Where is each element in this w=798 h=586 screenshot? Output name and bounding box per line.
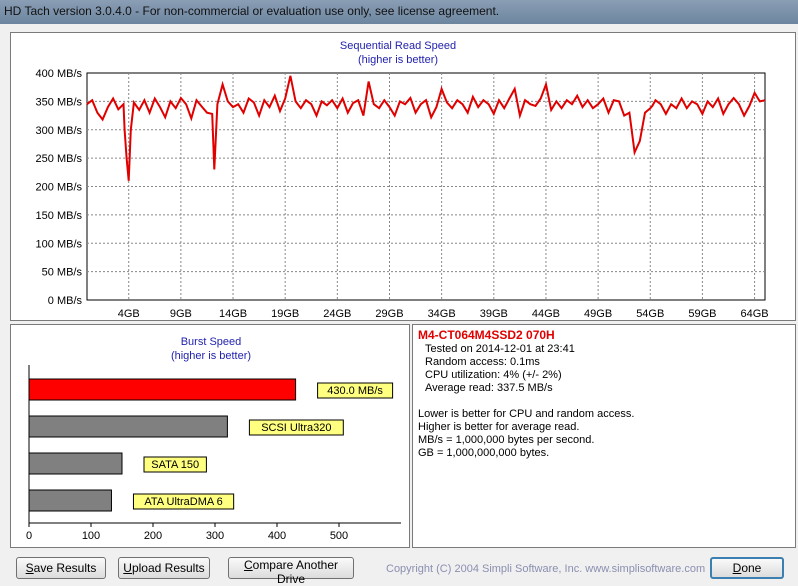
burst-speed-chart: Burst Speed (higher is better) 0 100 200 30… (26, 336, 401, 542)
average-read: Average read: 337.5 MB/s (425, 382, 553, 394)
burst-bar (28, 489, 112, 512)
x-tick-label: 59GB (688, 308, 716, 320)
burst-bar-label: SATA 150 (151, 459, 199, 471)
upload-results-label: pload Results (131, 561, 205, 575)
window-title: HD Tach version 3.0.4.0 - For non-commer… (4, 4, 500, 18)
burst-tick-label: 300 (206, 530, 224, 542)
burst-bar (28, 378, 297, 401)
burst-bar-label: ATA UltraDMA 6 (144, 496, 222, 508)
sequential-chart-panel: Sequential Read Speed (higher is better)… (10, 32, 796, 321)
y-tick-label: 50 MB/s (42, 267, 83, 279)
sequential-read-chart: Sequential Read Speed (higher is better)… (36, 40, 769, 320)
done-label: one (741, 561, 762, 575)
burst-tick-label: 400 (268, 530, 286, 542)
x-tick-label: 64GB (740, 308, 768, 320)
burst-bar (28, 452, 123, 475)
burst-tick-label: 200 (144, 530, 162, 542)
compare-drive-mnemonic: C (243, 558, 253, 572)
upload-results-button[interactable]: Upload Results (118, 557, 210, 579)
note-mbs: MB/s = 1,000,000 bytes per second. (418, 434, 595, 446)
done-mnemonic: D (732, 561, 742, 575)
y-tick-label: 250 MB/s (36, 153, 83, 165)
save-results-mnemonic: S (25, 561, 34, 575)
y-tick-label: 100 MB/s (36, 238, 83, 250)
compare-drive-label: ompare Another Drive (252, 558, 339, 586)
x-tick-label: 39GB (480, 308, 508, 320)
compare-drive-button[interactable]: Compare Another Drive (228, 557, 354, 586)
burst-bar (28, 415, 228, 438)
note-gb: GB = 1,000,000,000 bytes. (418, 447, 550, 459)
done-button[interactable]: Done (710, 557, 784, 579)
y-tick-label: 0 MB/s (48, 295, 83, 307)
title-bar[interactable]: HD Tach version 3.0.4.0 - For non-commer… (0, 0, 798, 24)
x-tick-label: 29GB (375, 308, 403, 320)
burst-chart-panel: Burst Speed (higher is better) 0 100 200 30… (10, 324, 410, 548)
burst-chart-subtitle: (higher is better) (171, 350, 251, 362)
y-tick-label: 350 MB/s (36, 96, 83, 108)
burst-tick-label: 500 (330, 530, 348, 542)
note-higher-better: Higher is better for average read. (418, 421, 580, 433)
note-lower-better: Lower is better for CPU and random acces… (418, 408, 635, 420)
y-tick-label: 150 MB/s (36, 210, 83, 222)
copyright-text: Copyright (C) 2004 Simpli Software, Inc.… (386, 563, 706, 575)
sequential-chart-subtitle: (higher is better) (358, 54, 438, 66)
burst-bar-label: 430.0 MB/s (327, 385, 383, 397)
x-tick-label: 4GB (118, 308, 140, 320)
burst-tick-label: 0 (26, 530, 32, 542)
x-tick-label: 19GB (271, 308, 299, 320)
upload-results-mnemonic: U (123, 561, 132, 575)
x-tick-label: 24GB (323, 308, 351, 320)
x-tick-label: 9GB (170, 308, 192, 320)
sequential-chart-title: Sequential Read Speed (340, 40, 456, 52)
drive-model: M4-CT064M4SSD2 070H (418, 328, 555, 342)
save-results-button[interactable]: Save Results (16, 557, 106, 579)
x-tick-label: 54GB (636, 308, 664, 320)
y-tick-label: 200 MB/s (36, 182, 83, 194)
tested-date: Tested on 2014-12-01 at 23:41 (425, 343, 575, 355)
burst-tick-label: 100 (82, 530, 100, 542)
y-tick-label: 300 MB/s (36, 125, 83, 137)
x-tick-label: 44GB (532, 308, 560, 320)
cpu-utilization: CPU utilization: 4% (+/- 2%) (425, 369, 562, 381)
save-results-label: ave Results (33, 561, 97, 575)
burst-bar-label: SCSI Ultra320 (261, 422, 331, 434)
x-tick-label: 34GB (428, 308, 456, 320)
random-access: Random access: 0.1ms (425, 356, 540, 368)
x-tick-label: 14GB (219, 308, 247, 320)
burst-chart-title: Burst Speed (181, 336, 242, 348)
y-tick-label: 400 MB/s (36, 68, 83, 80)
drive-info-panel: M4-CT064M4SSD2 070H Tested on 2014-12-01… (412, 324, 796, 548)
x-tick-label: 49GB (584, 308, 612, 320)
